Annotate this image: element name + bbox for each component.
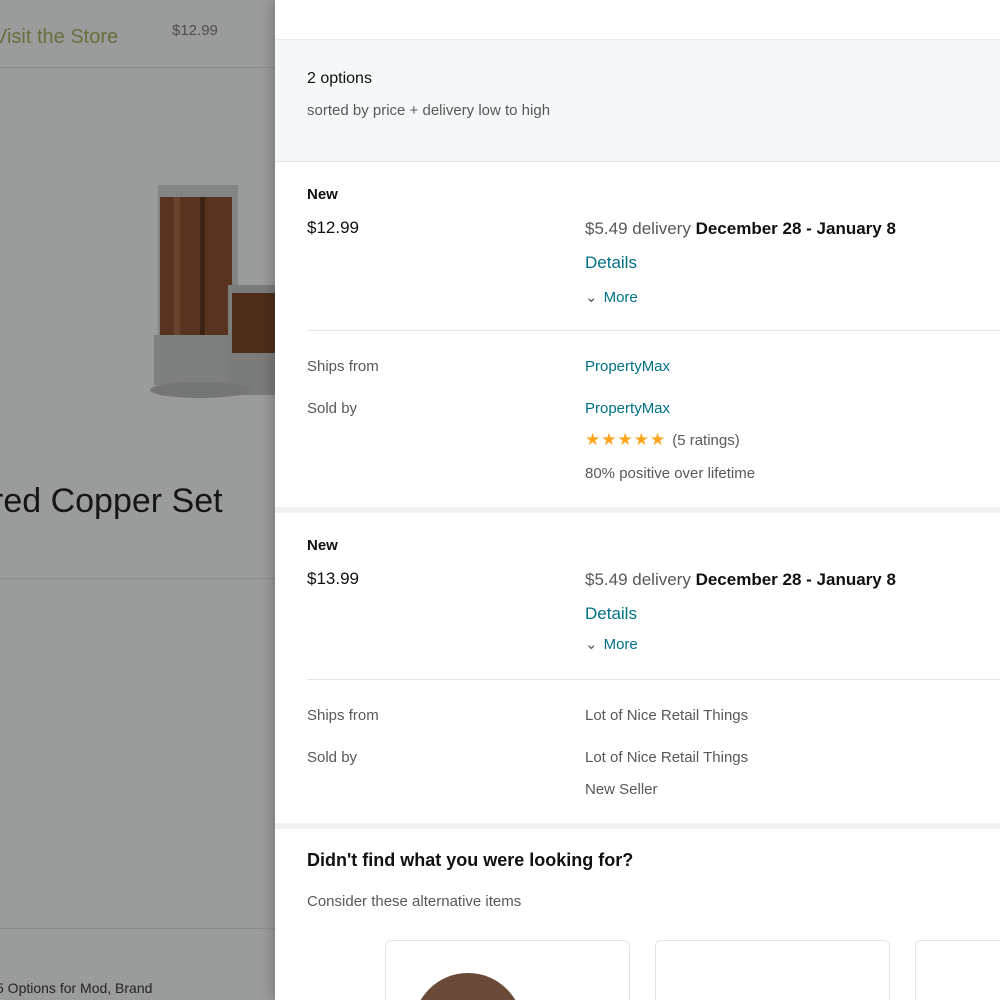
- ships-from-value: Lot of Nice Retail Things: [585, 707, 749, 724]
- alternatives-title: Didn't find what you were looking for?: [307, 850, 634, 870]
- ships-from-label: Ships from: [307, 358, 379, 375]
- offers-header: 2 options sorted by price + delivery low…: [275, 40, 1000, 162]
- sort-description: sorted by price + delivery low to high: [307, 102, 551, 119]
- offer-condition: New: [307, 537, 338, 554]
- divider: [307, 679, 1000, 680]
- sold-by-label: Sold by: [307, 749, 358, 766]
- positive-feedback: 80% positive over lifetime: [585, 465, 756, 482]
- sold-by-link[interactable]: PropertyMax: [585, 400, 670, 417]
- offer-condition: New: [307, 186, 338, 203]
- rating-count: (5 ratings): [672, 432, 740, 449]
- more-label: More: [603, 289, 638, 306]
- alternative-item-card[interactable]: [915, 940, 1000, 1000]
- delivery-fee: $5.49 delivery: [585, 570, 691, 589]
- offer-delivery: $5.49 delivery December 28 - January 8 D…: [585, 563, 925, 631]
- chevron-down-icon: ⌄: [585, 636, 598, 653]
- chevron-down-icon: ⌄: [585, 289, 598, 306]
- offers-panel: 2 options sorted by price + delivery low…: [275, 0, 1000, 1000]
- delivery-dates: December 28 - January 8: [695, 570, 896, 589]
- new-seller-badge: New Seller: [585, 781, 658, 798]
- offer-card: New $13.99 $5.49 delivery December 28 - …: [275, 513, 1000, 823]
- sold-by-label: Sold by: [307, 400, 358, 417]
- panel-top-bar: [275, 0, 1000, 40]
- sold-by-value[interactable]: Lot of Nice Retail Things: [585, 749, 748, 766]
- details-link[interactable]: Details: [585, 604, 637, 623]
- ships-from-link[interactable]: PropertyMax: [585, 358, 670, 375]
- more-label: More: [603, 636, 638, 653]
- alternative-item-card[interactable]: [655, 940, 890, 1000]
- options-count: 2 options: [307, 70, 372, 87]
- more-toggle[interactable]: ⌄ More: [585, 288, 638, 306]
- offer-price: $13.99: [307, 569, 359, 588]
- more-toggle[interactable]: ⌄ More: [585, 635, 638, 653]
- offer-price: $12.99: [307, 218, 359, 237]
- details-link[interactable]: Details: [585, 253, 637, 272]
- offer-card: New $12.99 $5.49 delivery December 28 - …: [275, 162, 1000, 507]
- delivery-fee: $5.49 delivery: [585, 219, 691, 238]
- ships-from-label: Ships from: [307, 707, 379, 724]
- divider: [307, 330, 1000, 331]
- offer-delivery: $5.49 delivery December 28 - January 8 D…: [585, 212, 925, 280]
- star-icon: ★★★★★: [585, 430, 667, 449]
- delivery-dates: December 28 - January 8: [695, 219, 896, 238]
- alternatives-subtitle: Consider these alternative items: [307, 893, 522, 910]
- seller-rating[interactable]: ★★★★★ (5 ratings): [585, 430, 740, 450]
- section-separator: [275, 823, 1000, 829]
